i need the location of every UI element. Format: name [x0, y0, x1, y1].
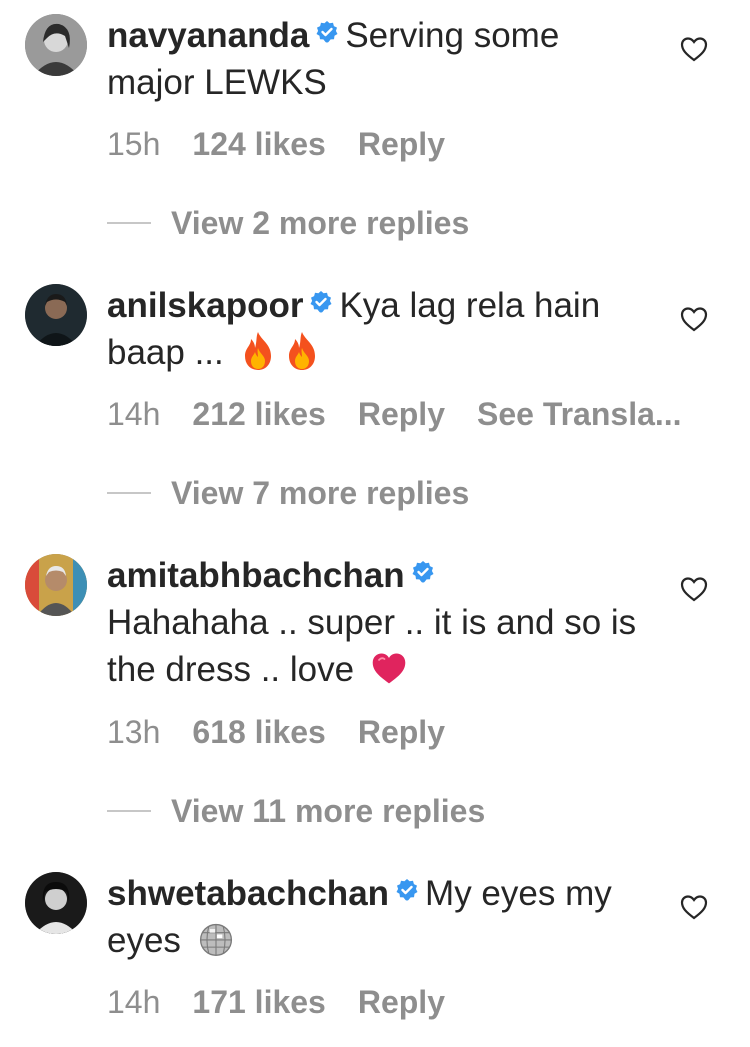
username[interactable]: amitabhbachchan: [107, 556, 405, 595]
username[interactable]: shwetabachchan: [107, 874, 389, 913]
heart-outline-icon[interactable]: [680, 894, 708, 920]
view-replies-link[interactable]: View 11 more replies: [107, 793, 485, 830]
heart-outline-icon[interactable]: [680, 306, 708, 332]
verified-badge-icon: [315, 20, 339, 44]
likes-count[interactable]: 212 likes: [192, 396, 325, 432]
divider: [107, 222, 151, 224]
reply-button[interactable]: Reply: [358, 984, 445, 1020]
disco-ball-emoji: [197, 918, 239, 960]
verified-badge-icon: [309, 290, 333, 314]
comment-meta: 14h 212 likes Reply See Transla...: [107, 396, 682, 433]
likes-count[interactable]: 171 likes: [192, 984, 325, 1020]
divider: [107, 810, 151, 812]
comment-body: shwetabachchan My eyes my eyes: [107, 870, 647, 964]
avatar[interactable]: [25, 14, 87, 76]
timestamp: 14h: [107, 984, 161, 1020]
view-replies-label[interactable]: View 11 more replies: [171, 793, 485, 829]
comment-meta: 14h 171 likes Reply: [107, 984, 477, 1021]
comment-meta: 15h 124 likes Reply: [107, 126, 477, 163]
likes-count[interactable]: 124 likes: [192, 126, 325, 162]
comment-body: navyananda Serving some major LEWKS: [107, 12, 647, 106]
username[interactable]: navyananda: [107, 16, 309, 55]
verified-badge-icon: [411, 560, 435, 584]
reply-button[interactable]: Reply: [358, 126, 445, 162]
view-replies-link[interactable]: View 2 more replies: [107, 205, 469, 242]
comment-body: anilskapoor Kya lag rela hain baap ...: [107, 282, 647, 376]
fire-emoji: [283, 330, 321, 372]
timestamp: 15h: [107, 126, 161, 162]
view-replies-label[interactable]: View 2 more replies: [171, 205, 469, 241]
avatar[interactable]: [25, 554, 87, 616]
reply-button[interactable]: Reply: [358, 396, 445, 432]
heart-outline-icon[interactable]: [680, 576, 708, 602]
timestamp: 13h: [107, 714, 161, 750]
red-heart-emoji: [370, 647, 412, 689]
fire-emoji: [239, 330, 277, 372]
see-translation-button[interactable]: See Transla...: [477, 396, 682, 432]
view-replies-link[interactable]: View 7 more replies: [107, 475, 469, 512]
comment-body: amitabhbachchan Hahahaha .. super .. it i…: [107, 552, 647, 693]
divider: [107, 492, 151, 494]
verified-badge-icon: [395, 878, 419, 902]
comment-meta: 13h 618 likes Reply: [107, 714, 477, 751]
reply-button[interactable]: Reply: [358, 714, 445, 750]
username[interactable]: anilskapoor: [107, 286, 303, 325]
avatar[interactable]: [25, 872, 87, 934]
view-replies-label[interactable]: View 7 more replies: [171, 475, 469, 511]
likes-count[interactable]: 618 likes: [192, 714, 325, 750]
heart-outline-icon[interactable]: [680, 36, 708, 62]
timestamp: 14h: [107, 396, 161, 432]
avatar[interactable]: [25, 284, 87, 346]
